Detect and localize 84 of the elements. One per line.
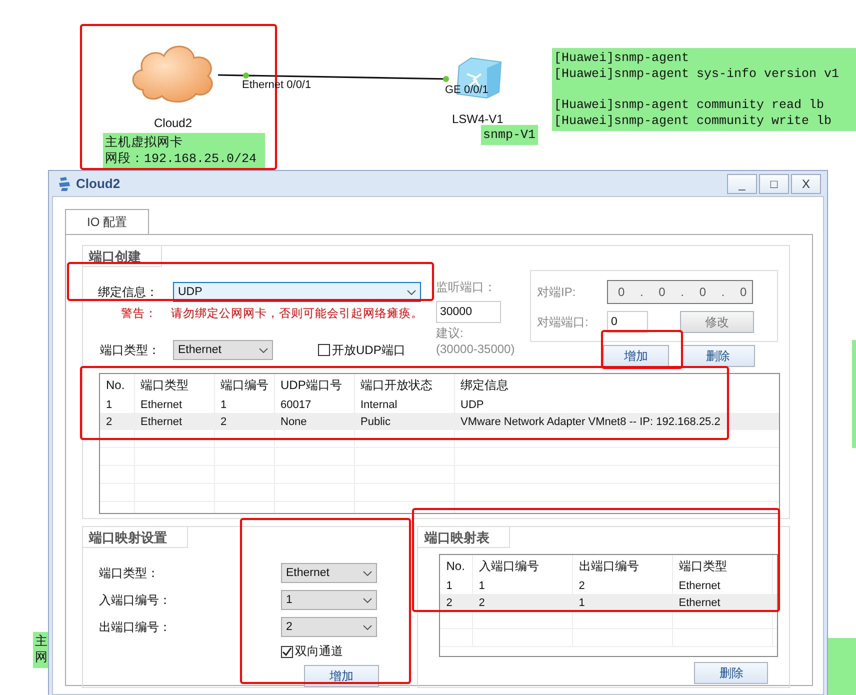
table-cell: Ethernet	[678, 580, 720, 592]
column-header: 入端口编号	[478, 558, 539, 572]
table-cell: Public	[360, 416, 390, 428]
field-label: 出端口编号：	[99, 618, 172, 636]
table-cell: Ethernet	[140, 398, 182, 410]
table-cell: 2	[578, 580, 585, 592]
group-title: 端口映射设置	[83, 527, 188, 548]
node-label: Cloud2	[154, 116, 192, 130]
table-cell: 1	[220, 398, 227, 410]
column-header: UDP端口号	[280, 378, 342, 392]
column-header: 端口类型	[140, 378, 188, 392]
table-cell: UDP	[460, 398, 484, 410]
ip-address-field[interactable]: 0 . 0 . 0 . 0	[607, 280, 753, 304]
input-field[interactable]: 30000	[436, 301, 501, 323]
column-header: 端口类型	[678, 558, 727, 572]
column-header: 端口开放状态	[360, 378, 432, 392]
table-cell: VMware Network Adapter VMnet8 -- IP: 192.168.25.2	[460, 416, 720, 428]
note-background	[828, 638, 856, 695]
node-label: LSW4-V1	[452, 112, 504, 126]
app-icon	[57, 176, 73, 192]
chevron-icon	[363, 598, 372, 602]
delete-button[interactable]: 删除	[681, 345, 755, 367]
window-title: Cloud2	[76, 176, 120, 191]
table-cell: 1	[106, 398, 112, 410]
chevron-icon	[407, 290, 416, 294]
tab[interactable]: IO 配置	[65, 209, 149, 234]
table-cell: 2	[478, 596, 485, 608]
warning-label: 警告：	[121, 306, 157, 321]
field-label: 端口类型：	[99, 564, 160, 582]
field-label: 绑定信息：	[98, 284, 159, 300]
note-text: 主机虚拟网卡	[105, 135, 184, 151]
note-text: snmp-V1	[483, 127, 536, 143]
close-button[interactable]: X	[791, 174, 821, 194]
note-text: 网段：192.168.25.0/24	[105, 151, 258, 167]
note-text: 主	[35, 634, 46, 650]
minimize-button[interactable]: _	[727, 174, 757, 194]
column-header: 端口编号	[220, 378, 268, 392]
delete-button[interactable]: 删除	[694, 662, 768, 684]
add-button[interactable]: 增加	[603, 345, 669, 367]
dropdown[interactable]: Ethernet	[173, 340, 273, 360]
column-header: No.	[106, 378, 125, 392]
maximize-button[interactable]: □	[759, 174, 789, 194]
table-cell: Ethernet	[140, 416, 182, 428]
dropdown[interactable]: 2	[281, 617, 377, 637]
field-label: 对端IP:	[537, 284, 577, 300]
dropdown[interactable]: Ethernet	[281, 563, 377, 583]
input-field[interactable]: 0	[607, 311, 648, 333]
modify-button[interactable]: 修改	[680, 311, 754, 333]
table-cell: 2	[446, 596, 452, 608]
column-header: 绑定信息	[460, 378, 508, 392]
chevron-icon	[363, 570, 372, 576]
add-button[interactable]: 增加	[304, 665, 379, 687]
hint-label: 建议:	[436, 325, 464, 342]
field-label: 监听端口：	[436, 279, 497, 296]
warning-text: 请勿绑定公网网卡，否则可能会引起网络瘫痪。	[171, 306, 423, 321]
checkbox[interactable]	[281, 646, 293, 658]
column-header: No.	[446, 559, 465, 573]
group-title: 端口映射表	[418, 527, 510, 548]
note-text: 网	[35, 650, 46, 666]
dropdown[interactable]: 1	[281, 590, 377, 610]
note-text: [Huawei]snmp-agent community write lb	[554, 113, 833, 129]
field-label: 入端口编号：	[99, 592, 172, 608]
table-cell: 1	[578, 596, 585, 608]
note-text: [Huawei]snmp-agent	[554, 50, 690, 66]
table-cell: 1	[446, 580, 452, 592]
chevron-icon	[363, 624, 372, 630]
checkbox-label: 开放UDP端口	[332, 342, 406, 358]
checkbox-label: 双向通道	[295, 643, 343, 660]
table-cell: Internal	[360, 398, 398, 410]
table-cell: 2	[106, 416, 112, 428]
column-header: 出端口编号	[578, 558, 639, 572]
chevron-icon	[259, 348, 268, 352]
dropdown[interactable]: UDP	[173, 282, 421, 302]
note-text: [Huawei]snmp-agent sys-info version v1	[554, 66, 840, 82]
table-cell: Ethernet	[678, 596, 720, 608]
field-label: 对端端口:	[537, 314, 590, 330]
table-cell: 60017	[280, 398, 312, 410]
note-text: [Huawei]snmp-agent community read lb	[554, 97, 826, 113]
checkbox[interactable]	[318, 344, 330, 356]
hint-text: (30000-35000)	[436, 342, 516, 356]
field-label: 端口类型：	[99, 342, 161, 358]
table-cell: 1	[478, 580, 485, 592]
table-cell: 2	[220, 416, 227, 428]
table-cell: None	[280, 416, 307, 428]
